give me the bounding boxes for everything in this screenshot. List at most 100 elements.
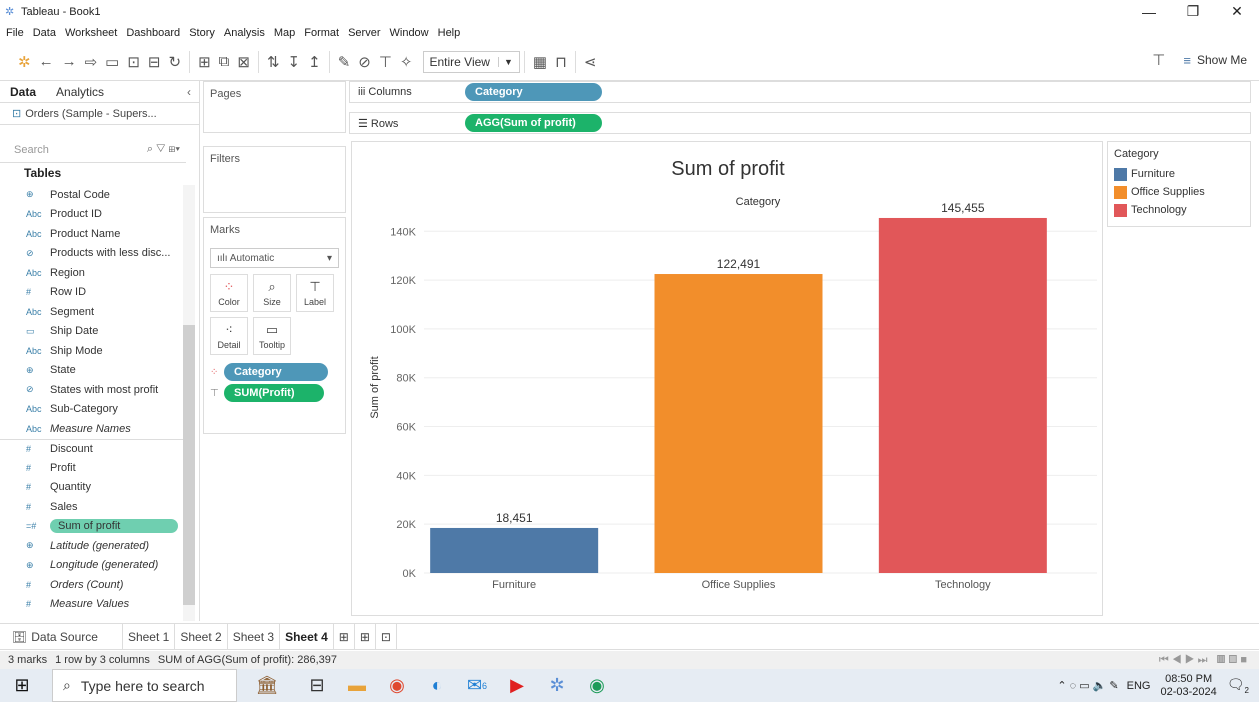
swap-icon[interactable]: ⇅ — [263, 50, 284, 74]
restore-button[interactable]: ❐ — [1171, 0, 1215, 23]
mark-type-dropdown[interactable]: ıılı Automatic ▾ — [210, 248, 339, 268]
sort-desc-icon[interactable]: ↥ — [304, 50, 325, 74]
show-cards-icon[interactable]: ▦ — [529, 50, 551, 74]
show-labels-icon[interactable]: ⊤ — [375, 50, 396, 74]
field-item[interactable]: ▭ Ship Date — [0, 322, 184, 342]
new-worksheet-icon[interactable]: ⊞ — [194, 50, 215, 74]
collapse-pane-icon[interactable]: ‹ — [187, 85, 191, 99]
rows-pill-agg-profit[interactable]: AGG(Sum of profit) — [465, 114, 602, 132]
youtube-icon[interactable]: ▶ — [497, 669, 537, 702]
menu-dashboard[interactable]: Dashboard — [126, 27, 180, 39]
pages-card[interactable]: Pages — [203, 81, 346, 133]
sort-asc-icon[interactable]: ↧ — [284, 50, 305, 74]
field-item[interactable]: ⊕ Latitude (generated) — [0, 536, 184, 556]
field-item[interactable]: =# Sum of profit — [0, 517, 184, 537]
legend-item[interactable]: Furniture — [1114, 165, 1244, 183]
duplicate-sheet-icon[interactable]: ⧉ — [215, 50, 234, 74]
field-item[interactable]: # Sales — [0, 497, 184, 517]
data-source-item[interactable]: ⊡ Orders (Sample - Supers... — [0, 103, 199, 125]
close-button[interactable]: ✕ — [1215, 0, 1259, 23]
language-indicator[interactable]: ENG — [1127, 680, 1151, 692]
fit-dropdown[interactable]: Entire View ▼ — [422, 50, 520, 73]
data-source-tab[interactable]: 🗄 Data Source — [0, 623, 123, 650]
category-legend[interactable]: Category Furniture Office Supplies Technol… — [1107, 141, 1251, 227]
back-icon[interactable]: ← — [35, 50, 58, 74]
scrollbar[interactable] — [183, 185, 195, 621]
menu-format[interactable]: Format — [304, 27, 339, 39]
file-explorer-icon[interactable]: ▬ — [337, 669, 377, 702]
color-button[interactable]: ⁘ Color — [210, 274, 248, 312]
legend-item[interactable]: Technology — [1114, 201, 1244, 219]
chart-view[interactable]: Sum of profit Category 0K 20K 40K 60K 80K 100K 1… — [351, 141, 1103, 616]
notification-icon[interactable]: 🗨2 — [1227, 676, 1249, 695]
menu-window[interactable]: Window — [390, 27, 429, 39]
redo-icon[interactable]: ⇨ — [81, 50, 102, 74]
menu-file[interactable]: File — [6, 27, 24, 39]
field-item[interactable]: # Profit — [0, 458, 184, 478]
group-icon[interactable]: ⊘ — [354, 50, 375, 74]
field-item[interactable]: # Quantity — [0, 478, 184, 498]
pause-updates-icon[interactable]: ⊟ — [144, 50, 165, 74]
menu-worksheet[interactable]: Worksheet — [65, 27, 117, 39]
taskbar-search-input[interactable]: ⌕ Type here to search — [52, 669, 237, 702]
clock[interactable]: 08:50 PM 02-03-2024 — [1160, 673, 1216, 699]
field-item[interactable]: ⊕ Postal Code — [0, 185, 184, 205]
presentation-icon[interactable]: ⊓ — [551, 50, 571, 74]
ask-data-icon[interactable]: ⊤ — [1152, 51, 1165, 69]
tooltip-button[interactable]: ▭ Tooltip — [253, 317, 291, 355]
rows-shelf[interactable]: ☰ Rows AGG(Sum of profit) — [349, 112, 1251, 134]
search-filter-icons[interactable]: ⌕ ▽ ⊞▾ — [147, 143, 180, 156]
forward-icon[interactable]: → — [58, 50, 81, 74]
mark-pill-category[interactable]: Category — [224, 363, 328, 381]
field-item[interactable]: # Discount — [0, 438, 184, 459]
sheet-nav-icons[interactable]: ⏮ ◀ ▶ ⏭ ▦ ▤ ■ — [1159, 654, 1247, 667]
size-button[interactable]: ⌕ Size — [253, 274, 291, 312]
field-item[interactable]: ⊕ Longitude (generated) — [0, 556, 184, 576]
new-story-icon[interactable]: ⊡ — [376, 623, 397, 650]
windows-start-icon[interactable]: ⊞ — [2, 669, 42, 702]
new-dashboard-icon[interactable]: ⊞ — [355, 623, 376, 650]
mark-pill-sum-profit[interactable]: SUM(Profit) — [224, 384, 324, 402]
field-item[interactable]: Abc Measure Names — [0, 419, 184, 439]
label-button[interactable]: ⊤ Label — [296, 274, 334, 312]
save-icon[interactable]: ▭ — [101, 50, 123, 74]
field-item[interactable]: Abc Segment — [0, 302, 184, 322]
field-item[interactable]: # Orders (Count) — [0, 575, 184, 595]
task-view-icon[interactable]: ⊟ — [297, 669, 337, 702]
field-item[interactable]: Abc Product ID — [0, 205, 184, 225]
mail-icon[interactable]: ✉ 6 — [457, 669, 497, 702]
columns-shelf[interactable]: iii Columns Category — [349, 81, 1251, 103]
tableau-task-icon[interactable]: ✲ — [537, 669, 577, 702]
tab-sheet-3[interactable]: Sheet 3 — [228, 623, 281, 650]
menu-help[interactable]: Help — [438, 27, 461, 39]
menu-map[interactable]: Map — [274, 27, 295, 39]
field-item[interactable]: # Measure Values — [0, 595, 184, 615]
chrome-icon[interactable]: ◉ — [377, 669, 417, 702]
tab-sheet-4[interactable]: Sheet 4 — [280, 623, 334, 650]
columns-pill-category[interactable]: Category — [465, 83, 602, 101]
detail-button[interactable]: ⁖ Detail — [210, 317, 248, 355]
refresh-icon[interactable]: ↻ — [165, 50, 186, 74]
menu-server[interactable]: Server — [348, 27, 380, 39]
search-input[interactable]: Search ⌕ ▽ ⊞▾ — [0, 137, 186, 163]
new-sheet-icon[interactable]: ⊞ — [334, 623, 355, 650]
legend-item[interactable]: Office Supplies — [1114, 183, 1244, 201]
field-item[interactable]: # Row ID — [0, 283, 184, 303]
share-icon[interactable]: ⋖ — [580, 50, 601, 74]
field-item[interactable]: Abc Ship Mode — [0, 341, 184, 361]
field-item[interactable]: ⊘ Products with less disc... — [0, 244, 184, 264]
chrome-profile-icon[interactable]: ◉ — [577, 669, 617, 702]
clear-sheet-icon[interactable]: ⊠ — [233, 50, 254, 74]
tab-data[interactable]: Data — [0, 85, 46, 99]
show-me-button[interactable]: ⊤ ≡ Show Me — [1152, 51, 1247, 69]
menu-story[interactable]: Story — [189, 27, 215, 39]
tray-icons[interactable]: ⌃ ◌ ▭ 🔈 ✎ — [1057, 679, 1118, 692]
tab-sheet-1[interactable]: Sheet 1 — [123, 623, 176, 650]
tab-sheet-2[interactable]: Sheet 2 — [175, 623, 228, 650]
field-item[interactable]: Abc Sub-Category — [0, 400, 184, 420]
menu-analysis[interactable]: Analysis — [224, 27, 265, 39]
field-item[interactable]: ⊘ States with most profit — [0, 380, 184, 400]
tab-analytics[interactable]: Analytics — [46, 85, 114, 99]
field-item[interactable]: Abc Product Name — [0, 224, 184, 244]
minimize-button[interactable]: — — [1127, 0, 1171, 23]
